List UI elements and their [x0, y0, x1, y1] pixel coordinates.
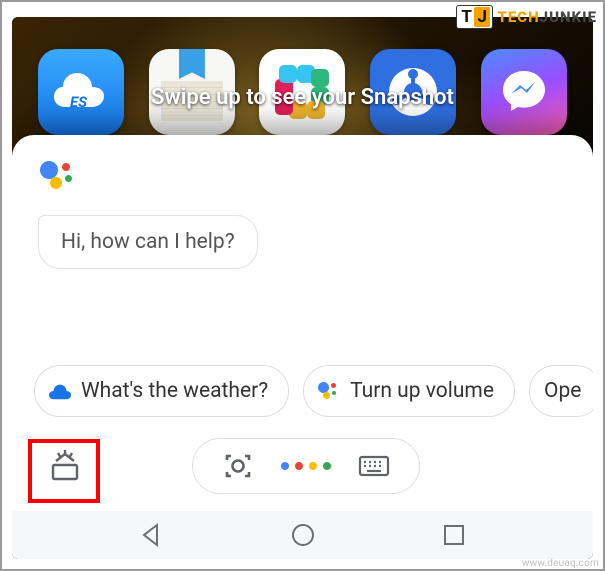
cloud-icon	[49, 380, 71, 402]
chip-label: What's the weather?	[81, 379, 268, 403]
phone-screen: ES Swipe up to see your Snapshot	[12, 17, 593, 559]
keyboard-button[interactable]	[355, 455, 393, 477]
source-watermark: www.deuaq.com	[522, 558, 599, 569]
toast-text: Swipe up to see your Snapshot	[151, 85, 454, 110]
lens-button[interactable]	[219, 451, 257, 481]
assistant-actions-row	[12, 435, 593, 497]
google-dots-icon	[281, 462, 331, 470]
explore-icon	[46, 447, 84, 485]
voice-button[interactable]	[287, 462, 325, 470]
google-assistant-logo	[40, 157, 80, 197]
assistant-sheet: Hi, how can I help? What's the weather? …	[12, 135, 593, 511]
suggestion-chips-row: What's the weather? Turn up volume Ope	[12, 365, 593, 419]
chip-partial[interactable]: Ope	[529, 365, 593, 417]
screenshot-frame: T J TECHJUNKIE ES	[0, 0, 605, 571]
assistant-mini-icon	[318, 380, 340, 402]
input-mode-pill	[192, 438, 420, 494]
lens-icon	[223, 451, 253, 481]
chip-volume[interactable]: Turn up volume	[303, 365, 515, 417]
snapshot-toast: Swipe up to see your Snapshot	[12, 85, 593, 110]
chip-label: Ope	[544, 379, 581, 403]
nav-back-button[interactable]	[138, 522, 164, 548]
greeting-bubble: Hi, how can I help?	[38, 215, 258, 269]
nav-recents-button[interactable]	[441, 522, 467, 548]
chip-weather[interactable]: What's the weather?	[34, 365, 289, 417]
explore-button[interactable]	[42, 443, 88, 489]
keyboard-icon	[358, 455, 390, 477]
nav-home-button[interactable]	[290, 522, 316, 548]
techjunkie-watermark: T J TECHJUNKIE	[456, 2, 597, 32]
chip-label: Turn up volume	[350, 379, 494, 403]
android-nav-bar	[12, 511, 593, 559]
greeting-text: Hi, how can I help?	[61, 230, 235, 254]
bookmark-icon	[179, 49, 205, 79]
